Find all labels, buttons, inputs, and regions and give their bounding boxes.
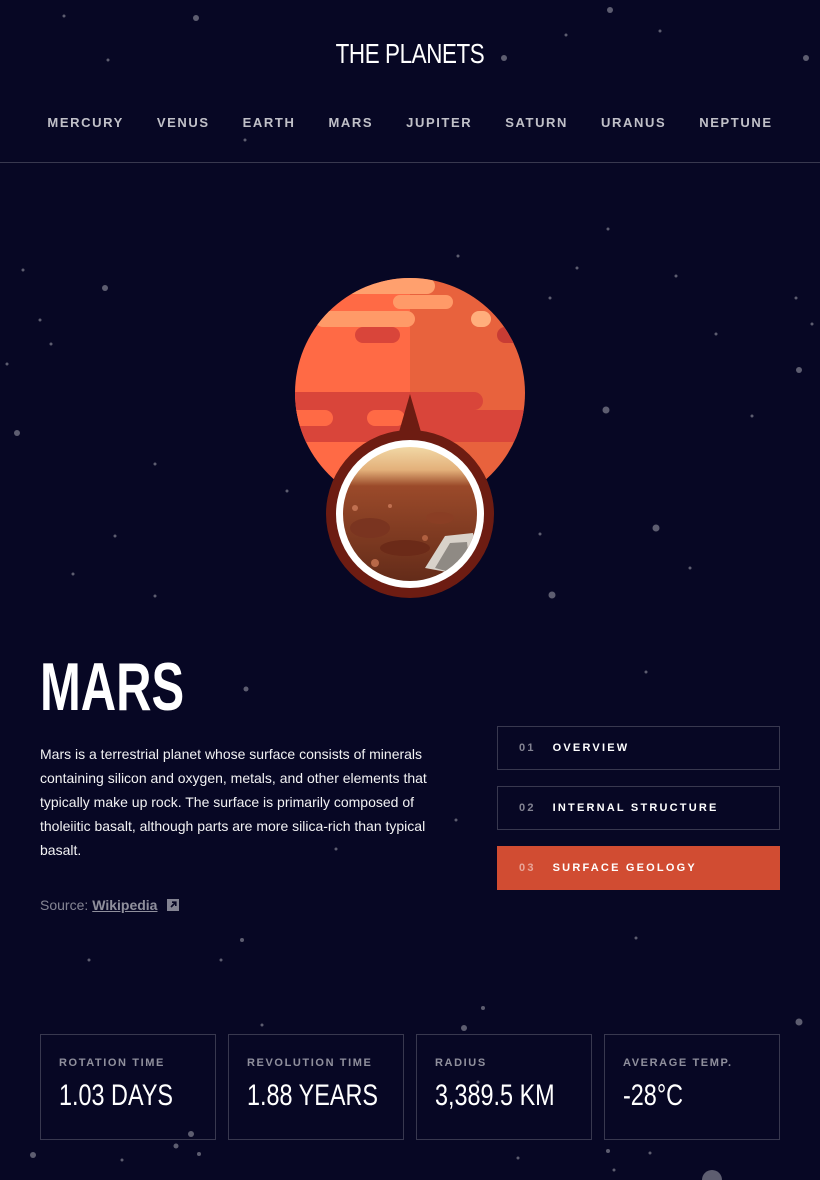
stat-label: RADIUS [435,1057,487,1069]
stat-label: ROTATION TIME [59,1057,165,1069]
nav-item-venus[interactable]: VENUS [140,115,226,130]
tab-overview[interactable]: 01 OVERVIEW [497,726,780,770]
planet-illustration [295,278,525,598]
stat-label: AVERAGE TEMP. [623,1057,733,1069]
tab-number: 01 [519,742,536,754]
stat-value: 3,389.5 KM [435,1079,555,1112]
stat-value: -28°C [623,1079,684,1112]
mars-planet-image [295,278,525,598]
stat-card-radius: RADIUS 3,389.5 KM [416,1034,592,1140]
content-tabs: 01 OVERVIEW 02 INTERNAL STRUCTURE 03 SUR… [497,726,780,906]
stat-value: 1.88 YEARS [247,1079,378,1112]
tab-label: OVERVIEW [552,742,630,754]
tab-number: 03 [519,862,536,874]
tab-label: INTERNAL STRUCTURE [552,802,719,814]
nav-item-neptune[interactable]: NEPTUNE [683,115,789,130]
source-line: Source: Wikipedia [40,897,180,913]
nav-item-jupiter[interactable]: JUPITER [390,115,489,130]
stat-card-rotation: ROTATION TIME 1.03 DAYS [40,1034,216,1140]
stat-value: 1.03 DAYS [59,1079,174,1112]
source-prefix: Source: [40,897,89,913]
planet-nav: MERCURY VENUS EARTH MARS JUPITER SATURN … [0,115,820,130]
nav-item-mars[interactable]: MARS [312,115,390,130]
nav-item-saturn[interactable]: SATURN [489,115,585,130]
planet-description: Mars is a terrestrial planet whose surfa… [40,746,427,858]
source-link[interactable]: Wikipedia [92,897,157,913]
stat-label: REVOLUTION TIME [247,1057,373,1069]
nav-item-mercury[interactable]: MERCURY [31,115,140,130]
external-link-icon[interactable] [167,899,180,911]
nav-item-uranus[interactable]: URANUS [585,115,683,130]
site-header: THE PLANETS MERCURY VENUS EARTH MARS JUP… [0,0,820,163]
tab-surface-geology[interactable]: 03 SURFACE GEOLOGY [497,846,780,890]
tab-internal-structure[interactable]: 02 INTERNAL STRUCTURE [497,786,780,830]
tab-label: SURFACE GEOLOGY [552,862,697,874]
nav-item-earth[interactable]: EARTH [226,115,312,130]
planet-stats: ROTATION TIME 1.03 DAYS REVOLUTION TIME … [40,1034,780,1140]
stat-card-temperature: AVERAGE TEMP. -28°C [604,1034,780,1140]
site-logo[interactable]: THE PLANETS [82,38,738,70]
planet-title: MARS [40,649,185,725]
stat-card-revolution: REVOLUTION TIME 1.88 YEARS [228,1034,404,1140]
tab-number: 02 [519,802,536,814]
